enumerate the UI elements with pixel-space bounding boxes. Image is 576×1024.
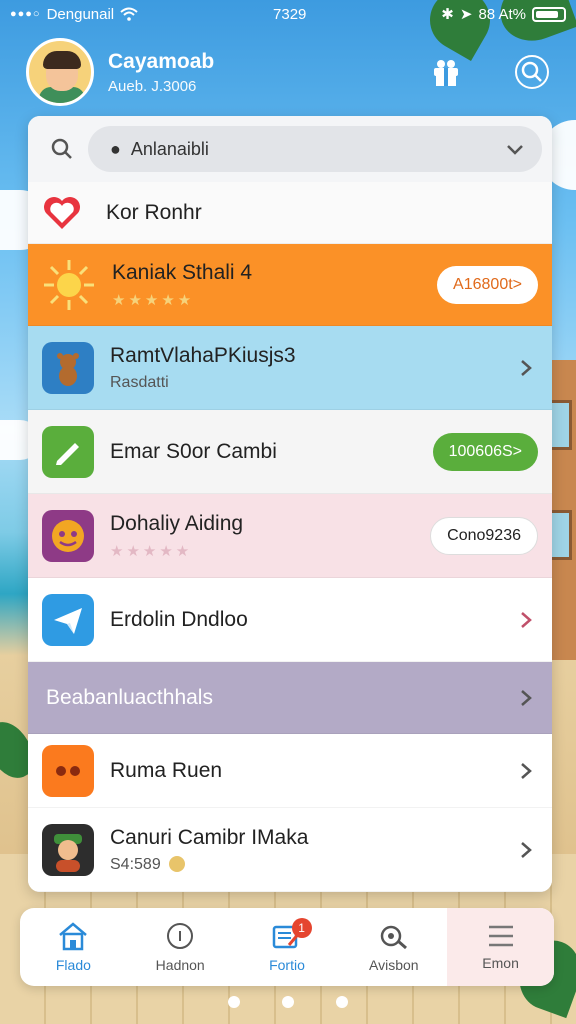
- user-avatar-icon: [42, 823, 94, 876]
- row-title: RamtVlahaPKiusjs3: [110, 343, 296, 367]
- header: Cayamoab Aueb. J.3006: [26, 36, 550, 108]
- gift-icon: [434, 60, 458, 86]
- notification-badge: 1: [291, 918, 312, 938]
- list-item[interactable]: Erdolin Dndloo: [28, 578, 552, 662]
- search-dropdown[interactable]: ● Anlanaibli: [88, 126, 542, 172]
- row-title: Canuri Camibr IMaka: [110, 825, 309, 849]
- page-indicator: [0, 996, 576, 1008]
- bear-icon: [42, 341, 94, 394]
- chevron-right-icon: [514, 759, 538, 783]
- list-item[interactable]: Ruma Ruen: [28, 734, 552, 808]
- main-card: ● Anlanaibli Kor Ronhr Kaniak Sthali 4 ★…: [28, 116, 552, 892]
- heart-icon: [44, 196, 80, 229]
- game-icon: [42, 744, 94, 797]
- status-bar: ●●●○ Dengunail 7329 ✱ ➤ 88 At%: [0, 0, 576, 28]
- search-icon: [515, 55, 549, 89]
- signal-icon: ●●●○: [10, 8, 41, 20]
- nav-label: Hadnon: [155, 957, 205, 973]
- nav-label: Flado: [55, 957, 91, 973]
- avatar[interactable]: [26, 38, 94, 106]
- row-title: Erdolin Dndloo: [110, 607, 248, 631]
- search-icon: [51, 138, 72, 159]
- pencil-icon: [42, 425, 94, 478]
- search-label: Anlanaibli: [130, 138, 209, 159]
- row-title: Kor Ronhr: [106, 200, 202, 224]
- clock: 7329: [273, 5, 307, 23]
- list-item[interactable]: Canuri Camibr IMaka S4:589: [28, 808, 552, 892]
- paper-plane-icon: [42, 593, 94, 646]
- location-icon: ➤: [459, 6, 473, 23]
- green-action-button[interactable]: 100606S>: [432, 432, 538, 471]
- row-subtitle: Rasdatti: [110, 373, 169, 391]
- chevron-right-icon: [514, 838, 538, 862]
- coin-icon: [169, 856, 186, 873]
- pink-action-button[interactable]: Cono9236: [430, 516, 538, 555]
- row-title: Dohaliy Aiding: [110, 511, 244, 535]
- row-title: Emar S0or Cambi: [110, 439, 277, 463]
- bluetooth-icon: ✱: [441, 6, 454, 23]
- nav-info[interactable]: Hadnon: [127, 908, 234, 986]
- nav-label: Avisbon: [369, 957, 419, 973]
- nav-home[interactable]: Flado: [20, 908, 127, 986]
- apple-icon: ●: [110, 138, 121, 159]
- bottom-nav: Flado Hadnon 1 Fortio Avisbon Emon: [20, 908, 554, 986]
- gamepad-icon: [42, 509, 94, 562]
- section-title: Beabanluacthhals: [46, 685, 213, 709]
- home-icon: [59, 922, 88, 951]
- page-dot[interactable]: [282, 996, 294, 1008]
- list-item-favorite[interactable]: Kor Ronhr: [28, 182, 552, 244]
- nav-compose[interactable]: 1 Fortio: [234, 908, 341, 986]
- list-item[interactable]: Dohaliy Aiding ★★★★★ Cono9236: [28, 494, 552, 578]
- list-item[interactable]: RamtVlahaPKiusjs3 Rasdatti: [28, 326, 552, 410]
- settings-icon: [380, 925, 407, 950]
- battery-icon: [532, 6, 566, 22]
- chevron-right-icon: [514, 686, 538, 710]
- row-title: Ruma Ruen: [110, 758, 223, 782]
- page-dot[interactable]: [228, 996, 240, 1008]
- profile-subtitle: Aueb. J.3006: [108, 77, 197, 95]
- row-subtitle: S4:589: [110, 856, 514, 874]
- search-row: ● Anlanaibli: [28, 116, 552, 182]
- nav-label: Fortio: [269, 957, 305, 973]
- list-item[interactable]: Emar S0or Cambi 100606S>: [28, 410, 552, 494]
- rating-stars: ★★★★★: [110, 542, 193, 560]
- profile-info: Cayamoab Aueb. J.3006: [108, 50, 214, 95]
- nav-menu[interactable]: Emon: [447, 908, 554, 986]
- chevron-right-icon: [514, 608, 538, 632]
- featured-action-button[interactable]: A16800t>: [437, 265, 538, 304]
- info-icon: [167, 923, 194, 949]
- profile-name: Cayamoab: [108, 49, 215, 73]
- chevron-down-icon: [507, 145, 523, 155]
- search-button[interactable]: [514, 54, 550, 90]
- wifi-icon: [120, 7, 138, 21]
- section-row[interactable]: Beabanluacthhals: [28, 662, 552, 734]
- nav-settings[interactable]: Avisbon: [340, 908, 447, 986]
- rating-stars: ★★★★★: [112, 291, 195, 309]
- battery-text: 88 At%: [478, 5, 526, 23]
- chevron-right-icon: [514, 356, 538, 380]
- gift-button[interactable]: [428, 54, 464, 90]
- page-dot[interactable]: [336, 996, 348, 1008]
- carrier-name: Dengunail: [46, 5, 115, 23]
- list-item-featured[interactable]: Kaniak Sthali 4 ★★★★★ A16800t>: [28, 244, 552, 326]
- sun-icon: [44, 259, 94, 310]
- menu-icon: [488, 925, 513, 947]
- row-title: Kaniak Sthali 4: [112, 260, 253, 284]
- nav-label: Emon: [482, 955, 519, 971]
